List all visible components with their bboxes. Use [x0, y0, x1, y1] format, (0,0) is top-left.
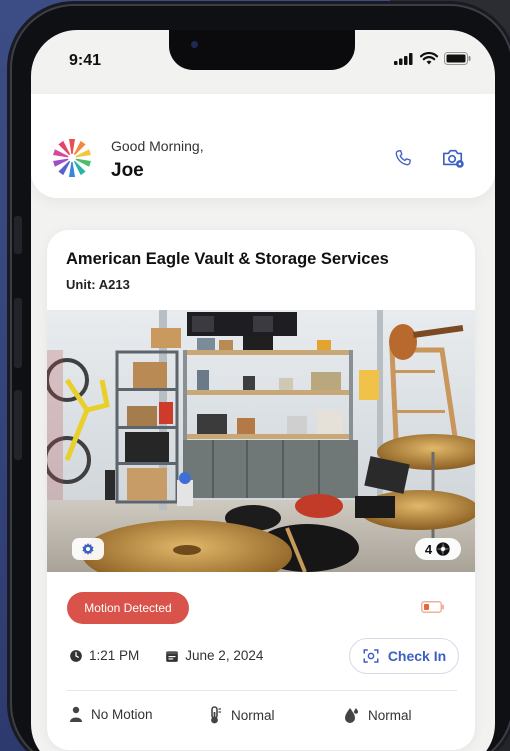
camera-count: 4 — [424, 541, 433, 557]
event-time-text: 1:21 PM — [89, 648, 140, 663]
camera-feed[interactable]: 4 — [47, 310, 475, 572]
event-time: 1:21 PM — [69, 648, 139, 663]
motion-sensor-label: No Motion — [91, 706, 153, 722]
camera-count-badge[interactable]: 4 — [415, 538, 461, 560]
humidity-sensor: Normal — [342, 706, 412, 724]
event-date: June 2, 2024 — [165, 648, 263, 663]
humidity-icon — [345, 708, 358, 723]
low-battery-icon — [421, 601, 444, 613]
motion-detected-badge[interactable]: Motion Detected — [67, 592, 189, 624]
thermometer-icon — [211, 706, 221, 724]
divider — [67, 690, 457, 691]
header: Good Morning, Joe — [31, 94, 495, 198]
status-time: 9:41 — [69, 52, 102, 69]
user-name: Joe — [111, 160, 144, 181]
greeting-text: Good Morning, — [111, 138, 204, 154]
volume-down-button — [14, 390, 22, 460]
person-icon — [70, 706, 82, 722]
status-icons — [394, 52, 471, 65]
camera-settings-button[interactable] — [439, 144, 467, 172]
app-screen: 9:41 Good Morning, Joe American Eagle Va… — [31, 30, 495, 751]
clock-icon — [70, 649, 82, 662]
camera-settings-icon — [443, 149, 464, 168]
notch — [169, 30, 355, 70]
signal-icon — [394, 52, 413, 65]
storage-unit-photo — [47, 310, 475, 572]
logo-icon — [53, 139, 91, 177]
call-button[interactable] — [389, 144, 417, 172]
camera-lens-icon — [436, 542, 450, 556]
side-button — [14, 216, 22, 254]
phone-icon — [395, 150, 411, 166]
scan-icon — [363, 649, 379, 663]
temperature-sensor-label: Normal — [231, 707, 275, 723]
wifi-icon — [420, 52, 438, 65]
facility-name: American Eagle Vault & Storage Services — [66, 250, 389, 268]
feed-settings-button[interactable] — [72, 538, 104, 560]
check-in-label: Check In — [387, 648, 447, 664]
storage-unit-card[interactable]: American Eagle Vault & Storage Services … — [47, 230, 475, 750]
gear-icon — [82, 543, 94, 555]
unit-number: Unit: A213 — [66, 277, 130, 292]
motion-sensor: No Motion — [69, 706, 153, 722]
battery-status-icon — [444, 52, 471, 65]
event-date-text: June 2, 2024 — [185, 648, 264, 663]
check-in-button[interactable]: Check In — [349, 638, 459, 674]
temperature-sensor: Normal — [207, 706, 275, 724]
event-meta: 1:21 PM June 2, 2024 — [69, 648, 289, 663]
sensor-status-row: No Motion Normal Normal — [47, 706, 475, 730]
volume-up-button — [14, 298, 22, 368]
humidity-sensor-label: Normal — [368, 707, 412, 723]
calendar-icon — [166, 650, 179, 662]
